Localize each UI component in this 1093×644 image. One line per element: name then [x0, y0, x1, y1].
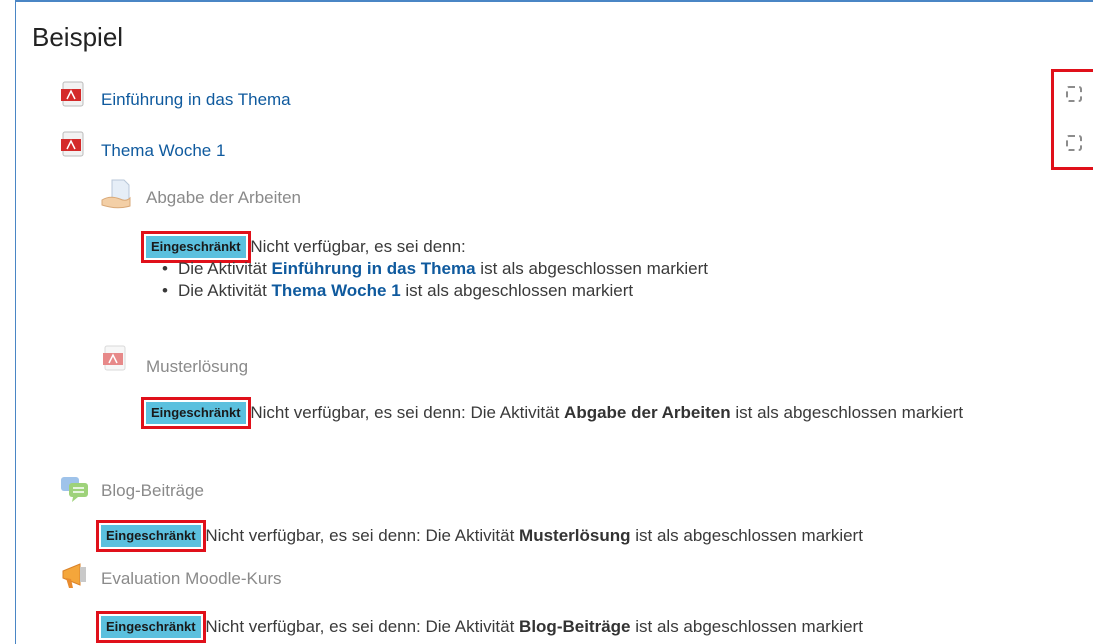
section-border-top	[15, 0, 1093, 2]
section-border-left	[15, 0, 16, 644]
restricted-badge: Eingeschränkt	[141, 231, 251, 263]
activity-label-evaluation: Evaluation Moodle-Kurs	[101, 569, 282, 588]
restriction-item: Die Aktivität Thema Woche 1 ist als abge…	[160, 280, 1046, 302]
restriction-evaluation: Eingeschränkt Nicht verfügbar, es sei de…	[96, 611, 1081, 643]
restriction-prefix: Nicht verfügbar, es sei denn:	[250, 237, 466, 256]
activity-link-thema-woche-1[interactable]: Thema Woche 1	[101, 141, 225, 161]
restriction-link-einfuehrung[interactable]: Einführung in das Thema	[272, 259, 476, 278]
completion-highlight-box	[1051, 69, 1093, 170]
assignment-icon	[101, 179, 131, 209]
restricted-badge: Eingeschränkt	[141, 397, 251, 429]
pdf-icon	[61, 131, 84, 157]
feedback-icon	[62, 563, 86, 588]
activity-label-musterloesung: Musterlösung	[146, 357, 249, 376]
restriction-blog: Eingeschränkt Nicht verfügbar, es sei de…	[96, 520, 1081, 552]
restriction-abgabe: Eingeschränkt Nicht verfügbar, es sei de…	[141, 231, 1046, 302]
activity-label-blog: Blog-Beiträge	[101, 481, 205, 500]
activity-link-einfuehrung[interactable]: Einführung in das Thema	[101, 90, 291, 110]
pdf-icon	[61, 81, 84, 107]
section-title: Beispiel	[32, 22, 124, 52]
restriction-activity-name: Abgabe der Arbeiten	[564, 403, 731, 422]
restriction-link-thema-woche-1[interactable]: Thema Woche 1	[272, 281, 401, 300]
restriction-activity-name: Musterlösung	[519, 526, 631, 545]
restriction-activity-name: Blog-Beiträge	[519, 617, 631, 636]
restricted-badge: Eingeschränkt	[96, 520, 206, 552]
restriction-list: Die Aktivität Einführung in das Thema is…	[160, 258, 1046, 302]
pdf-icon	[103, 345, 126, 371]
restricted-badge: Eingeschränkt	[96, 611, 206, 643]
forum-icon	[61, 477, 88, 502]
restriction-musterloesung: Eingeschränkt Nicht verfügbar, es sei de…	[141, 397, 1071, 429]
activity-label-abgabe: Abgabe der Arbeiten	[146, 188, 302, 207]
restriction-item: Die Aktivität Einführung in das Thema is…	[160, 258, 1046, 280]
